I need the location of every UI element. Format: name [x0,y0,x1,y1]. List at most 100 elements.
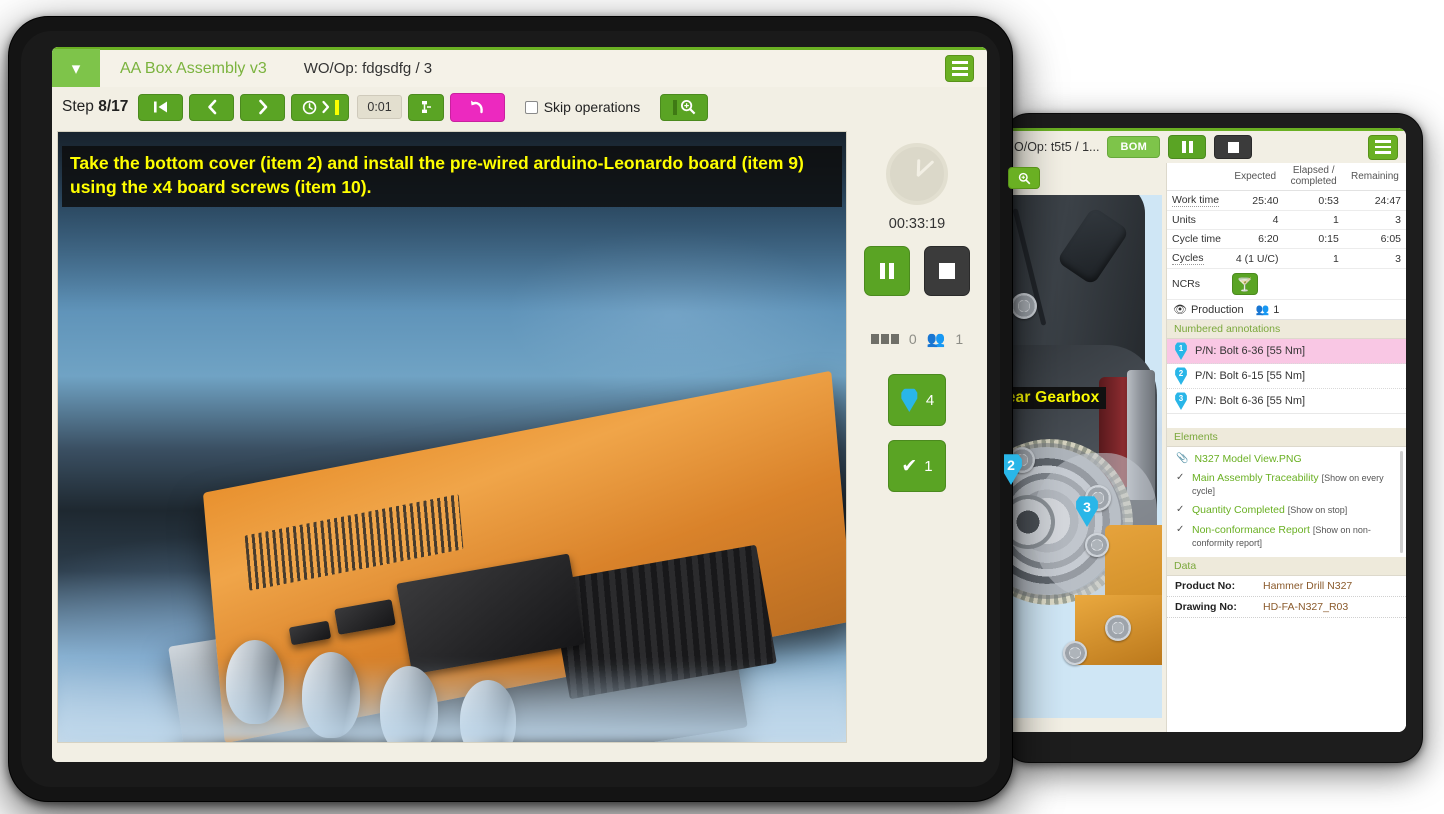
work-order-label: WO/Op: fdgsdfg / 3 [303,60,433,77]
primary-screen: ▾ AA Box Assembly v3 WO/Op: fdgsdfg / 3 … [52,47,987,762]
annotations-spacer [1167,414,1406,428]
primary-sidebar: 00:33:19 0 👥 1 4 ✔ 1 [847,127,987,762]
eye-icon: 👁 [1173,304,1187,316]
skip-operations-label: Skip operations [543,99,641,115]
table-row: Work time 25:40 0:53 24:47 [1167,190,1406,211]
table-row: Cycle time 6:20 0:15 6:05 [1167,229,1406,249]
pause-button[interactable] [864,246,910,296]
element-text: Quantity Completed [Show on stop] [1192,504,1348,517]
table-row: Units 4 1 3 [1167,210,1406,230]
primary-main-area: Take the bottom cover (item 2) and insta… [52,127,987,762]
data-value: HD-FA-N327_R03 [1263,600,1349,613]
chevron-right-icon [259,99,268,115]
annotation-item-3[interactable]: 3 P/N: Bolt 6-36 [55 Nm] [1167,389,1406,414]
annotations-count: 4 [925,391,935,409]
element-item-ncr[interactable]: ✓ Non-conformance Report [Show on non-co… [1167,521,1406,553]
chevron-left-icon [208,99,217,115]
people-icon: 👥 [926,331,946,348]
map-pin-icon [901,388,918,412]
production-row[interactable]: 👁 Production 👥 1 [1167,300,1406,320]
branch-step-button[interactable] [407,93,444,121]
broken-glass-icon[interactable]: 🍸 [1232,273,1258,295]
bom-button[interactable]: BOM [1107,136,1161,158]
annotation-text: P/N: Bolt 6-36 [55 Nm] [1195,395,1306,407]
tablet-device-secondary: O/Op: t5t5 / 1... BOM 2 3 ar Gearbox Exp… [1003,113,1423,763]
table-header-row: Expected Elapsed / completed Remaining [1167,163,1406,191]
undo-button[interactable] [449,92,505,122]
row-label-work-time: Work time [1167,190,1227,211]
annotation-pin-icon: 1 [1175,342,1187,360]
magnifier-icon [1018,172,1030,184]
units-elapsed: 1 [1283,210,1344,230]
check-icon: ✓ [1176,523,1185,535]
clock-icon [302,100,317,114]
previous-step-button[interactable] [189,93,235,121]
timer-skip-button[interactable] [291,93,350,121]
counters-row: 0 👥 1 [870,330,963,348]
progress-table: Expected Elapsed / completed Remaining Wo… [1167,163,1406,300]
tablet-device-primary: ▾ AA Box Assembly v3 WO/Op: fdgsdfg / 3 … [8,16,1013,802]
stop-button[interactable] [924,246,970,296]
secondary-pause-button[interactable] [1168,135,1207,159]
skip-operations-checkbox[interactable]: Skip operations [524,99,641,115]
zoom-button[interactable] [660,93,709,121]
secondary-hamburger-menu-icon[interactable] [1368,134,1398,160]
secondary-work-order: O/Op: t5t5 / 1... [1014,140,1100,154]
primary-toolbar: Step 8/17 0:01 Skip operations [52,87,987,127]
data-value: Hammer Drill N327 [1263,579,1353,592]
ncr-label: NCRs [1167,268,1227,300]
instruction-media-viewer[interactable]: Take the bottom cover (item 2) and insta… [57,131,847,743]
work-time-remaining: 24:47 [1343,190,1406,211]
cad-bolt-icon [1105,615,1131,641]
boxes-icon [870,334,899,344]
cad-caption: e Rear Gearbox [1004,387,1107,409]
secondary-info-panel: Expected Elapsed / completed Remaining Wo… [1167,163,1406,732]
checkbox-box[interactable] [524,100,538,114]
annotation-item-1[interactable]: 1 P/N: Bolt 6-36 [55 Nm] [1167,339,1406,364]
stop-icon [939,263,955,279]
data-key: Drawing No: [1175,600,1237,613]
annotation-pin-icon: 3 [1175,392,1187,410]
pause-icon [1181,141,1193,153]
cad-model-image[interactable]: 2 3 e Rear Gearbox [1004,195,1162,718]
table-row: Cycles 4 (1 U/C) 1 3 [1167,248,1406,269]
zoom-bar-decoration [672,99,677,115]
chevron-down-icon[interactable]: ▾ [52,48,100,89]
screenshot-stage: O/Op: t5t5 / 1... BOM 2 3 ar Gearbox Exp… [0,0,1444,814]
check-icon: ✓ [1176,472,1185,484]
elements-section-title: Elements [1167,428,1406,447]
col-elapsed-completed: Elapsed / completed [1283,163,1344,191]
page-title: AA Box Assembly v3 [120,59,267,77]
secondary-zoom-button[interactable] [1008,167,1040,189]
element-item-model-view[interactable]: 📎 N327 Model View.PNG [1167,450,1406,469]
step-prefix: Step [62,98,99,115]
secondary-body: 2 3 e Rear Gearbox Expected Elapsed /com… [1004,163,1406,732]
col-remaining: Remaining [1343,163,1406,191]
units-expected: 4 [1227,210,1284,230]
annotation-item-2[interactable]: 2 P/N: Bolt 6-15 [55 Nm] [1167,364,1406,389]
completed-button[interactable]: ✔ 1 [888,440,946,492]
annotations-section-title: Numbered annotations [1167,320,1406,339]
first-step-button[interactable] [138,93,184,121]
cycle-time-remaining: 6:05 [1343,229,1406,249]
cad-bolt-icon [1011,293,1037,319]
element-item-traceability[interactable]: ✓ Main Assembly Traceability [Show on ev… [1167,469,1406,501]
timer-marker-bar [334,99,339,115]
hamburger-menu-icon[interactable] [945,55,974,82]
pause-icon [880,263,894,279]
cycles-expected: 4 (1 U/C) [1227,248,1284,269]
cycles-remaining: 3 [1343,248,1406,269]
next-step-button[interactable] [240,93,286,121]
boxes-count: 0 [908,331,917,347]
units-remaining: 3 [1343,210,1406,230]
chevron-right-small-icon [322,100,329,114]
cad-viewer-panel: 2 3 e Rear Gearbox [1004,163,1167,732]
elapsed-time-chip: 0:01 [357,95,402,119]
check-icon: ✔ [901,455,918,477]
secondary-stop-button[interactable] [1214,135,1253,159]
annotations-button[interactable]: 4 [888,374,946,426]
elements-scrollbar[interactable] [1400,451,1403,553]
ncr-cell: 🍸 [1227,268,1406,300]
cycle-time-elapsed: 0:15 [1283,229,1344,249]
element-item-quantity-completed[interactable]: ✓ Quantity Completed [Show on stop] [1167,501,1406,520]
